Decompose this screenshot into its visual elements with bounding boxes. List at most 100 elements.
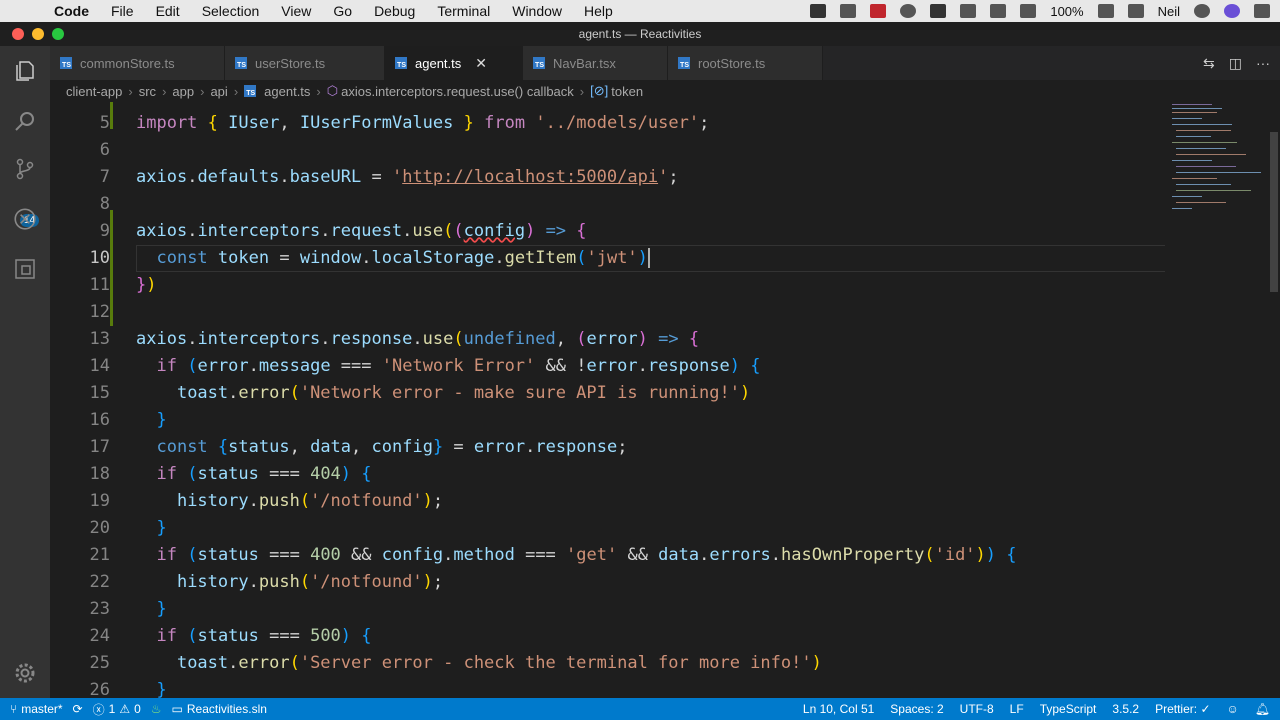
notifications-bell-icon[interactable]: 🔔︎ bbox=[1255, 702, 1270, 716]
siri-icon[interactable] bbox=[1224, 4, 1240, 18]
recording-icon[interactable] bbox=[870, 4, 887, 18]
code-line: 23 } bbox=[50, 596, 1165, 623]
minimap-line bbox=[1172, 124, 1232, 125]
minimap-line bbox=[1176, 184, 1231, 185]
menu-window[interactable]: Window bbox=[512, 3, 562, 19]
menu-file[interactable]: File bbox=[111, 3, 134, 19]
cursor-position[interactable]: Ln 10, Col 51 bbox=[803, 702, 874, 716]
menu-help[interactable]: Help bbox=[584, 3, 613, 19]
flame-icon[interactable]: ♨ bbox=[151, 702, 162, 716]
code-line: 12 bbox=[50, 299, 1165, 326]
menu-view[interactable]: View bbox=[281, 3, 311, 19]
line-number: 22 bbox=[89, 572, 110, 592]
menu-debug[interactable]: Debug bbox=[374, 3, 415, 19]
close-tab-icon[interactable]: ✕ bbox=[475, 55, 487, 72]
git-branch[interactable]: ⑂ master* bbox=[10, 702, 63, 716]
problems-indicator[interactable]: ⓧ 1 ⚠ 0 bbox=[93, 701, 141, 718]
settings-gear-icon[interactable] bbox=[10, 658, 40, 688]
tab-common-store[interactable]: TS commonStore.ts bbox=[50, 46, 225, 80]
airplay-icon[interactable] bbox=[1020, 4, 1037, 18]
spotlight-search-icon[interactable] bbox=[1194, 4, 1210, 18]
chevron-right-icon: › bbox=[128, 83, 133, 99]
code-text: if (status === 500) { bbox=[156, 626, 372, 646]
typescript-version[interactable]: 3.5.2 bbox=[1112, 702, 1139, 716]
notification-center-icon[interactable] bbox=[1254, 4, 1270, 18]
battery-icon[interactable] bbox=[1097, 4, 1114, 18]
indentation[interactable]: Spaces: 2 bbox=[890, 702, 943, 716]
minimap-line bbox=[1172, 160, 1212, 161]
code-line: 26 } bbox=[50, 677, 1165, 698]
menu-edit[interactable]: Edit bbox=[156, 3, 180, 19]
tab-root-store[interactable]: TS rootStore.ts bbox=[668, 46, 823, 80]
feedback-smiley-icon[interactable]: ☺ bbox=[1227, 702, 1239, 716]
user-name[interactable]: Neil bbox=[1158, 4, 1180, 19]
scrollbar-thumb[interactable] bbox=[1270, 132, 1278, 292]
split-editor-icon[interactable]: ◫ bbox=[1229, 55, 1242, 72]
tray-app-icon[interactable] bbox=[810, 4, 827, 18]
tab-agent[interactable]: TS agent.ts ✕ bbox=[385, 46, 523, 80]
code-line: 15 toast.error('Network error - make sur… bbox=[50, 380, 1165, 407]
tab-user-store[interactable]: TS userStore.ts bbox=[225, 46, 385, 80]
solution-indicator[interactable]: ▭ Reactivities.sln bbox=[172, 702, 267, 716]
line-number: 5 bbox=[99, 113, 110, 133]
more-actions-icon[interactable]: ··· bbox=[1256, 55, 1270, 71]
sync-icon[interactable]: ⟳ bbox=[73, 702, 83, 716]
bluetooth-icon[interactable] bbox=[960, 4, 977, 18]
source-control-icon[interactable] bbox=[10, 154, 40, 184]
minimize-window-button[interactable] bbox=[32, 28, 44, 40]
breadcrumb-item[interactable]: client-app bbox=[66, 84, 122, 99]
search-icon[interactable] bbox=[10, 106, 40, 136]
breadcrumb-item[interactable]: agent.ts bbox=[264, 84, 310, 99]
file-encoding[interactable]: UTF-8 bbox=[960, 702, 994, 716]
explorer-icon[interactable] bbox=[10, 56, 40, 86]
language-mode[interactable]: TypeScript bbox=[1040, 702, 1097, 716]
battery-percent[interactable]: 100% bbox=[1050, 4, 1083, 19]
breadcrumb-item[interactable]: src bbox=[139, 84, 156, 99]
code-text: } bbox=[156, 599, 167, 619]
text-cursor bbox=[647, 248, 650, 268]
code-line: 25 toast.error('Server error - check the… bbox=[50, 650, 1165, 677]
code-text: toast.error('Network error - make sure A… bbox=[176, 383, 751, 403]
variable-icon: [⊘] bbox=[590, 83, 609, 98]
code-text: axios.defaults.baseURL = 'http://localho… bbox=[136, 167, 679, 187]
breadcrumb-item[interactable]: axios.interceptors.request.use() callbac… bbox=[341, 84, 574, 99]
prettier-status[interactable]: Prettier: ✓ bbox=[1155, 702, 1210, 716]
end-of-line[interactable]: LF bbox=[1010, 702, 1024, 716]
line-number: 23 bbox=[89, 599, 110, 619]
tab-navbar[interactable]: TS NavBar.tsx bbox=[523, 46, 668, 80]
menu-selection[interactable]: Selection bbox=[202, 3, 260, 19]
close-window-button[interactable] bbox=[12, 28, 24, 40]
breadcrumb-item[interactable]: token bbox=[611, 84, 643, 99]
line-number: 17 bbox=[89, 437, 110, 457]
code-line: 8 bbox=[50, 191, 1165, 218]
line-number: 6 bbox=[99, 140, 110, 160]
code-text: const token = window.localStorage.getIte… bbox=[156, 248, 650, 268]
time-machine-icon[interactable] bbox=[900, 4, 917, 18]
breadcrumb-item[interactable]: app bbox=[172, 84, 194, 99]
cloud-icon[interactable] bbox=[840, 4, 857, 18]
vertical-scrollbar[interactable] bbox=[1268, 102, 1280, 698]
chevron-right-icon: › bbox=[162, 83, 167, 99]
line-number: 10 bbox=[89, 248, 110, 268]
menu-terminal[interactable]: Terminal bbox=[437, 3, 490, 19]
minimap[interactable] bbox=[1168, 102, 1268, 222]
window-manager-icon[interactable] bbox=[930, 4, 947, 18]
app-menu[interactable]: Code bbox=[54, 3, 89, 19]
extensions-icon[interactable] bbox=[10, 254, 40, 284]
minimap-line bbox=[1176, 202, 1226, 203]
code-line: 21 if (status === 400 && config.method =… bbox=[50, 542, 1165, 569]
zoom-window-button[interactable] bbox=[52, 28, 64, 40]
menu-go[interactable]: Go bbox=[333, 3, 352, 19]
typescript-file-icon: TS bbox=[244, 85, 257, 97]
wifi-icon[interactable] bbox=[990, 4, 1007, 18]
folder-icon: ▭ bbox=[171, 702, 183, 716]
minimap-line bbox=[1172, 208, 1192, 209]
code-text: import { IUser, IUserFormValues } from '… bbox=[136, 113, 710, 133]
line-number: 11 bbox=[89, 275, 110, 295]
minimap-line bbox=[1172, 112, 1217, 113]
code-editor[interactable]: 5 import { IUser, IUserFormValues } from … bbox=[50, 102, 1165, 698]
breadcrumb-item[interactable]: api bbox=[210, 84, 227, 99]
open-changes-icon[interactable]: ⇆ bbox=[1203, 55, 1215, 72]
debug-icon[interactable] bbox=[10, 204, 40, 234]
flag-icon[interactable] bbox=[1127, 4, 1144, 18]
